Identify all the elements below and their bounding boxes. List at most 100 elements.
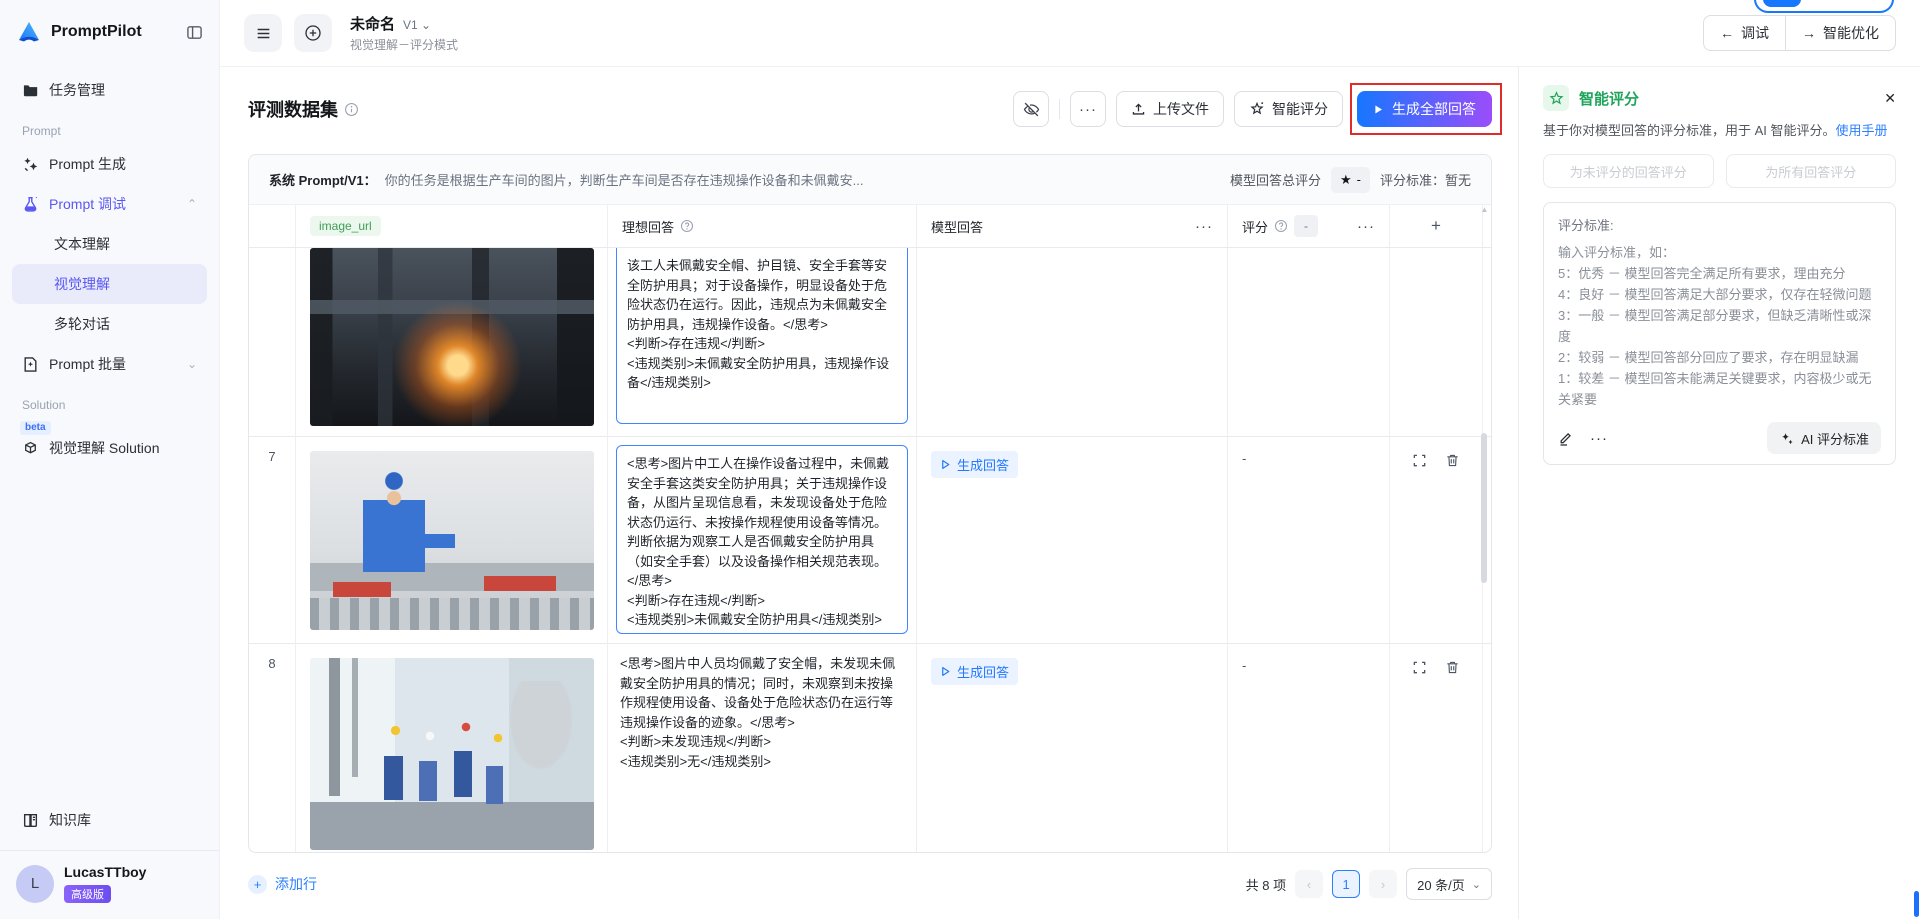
ideal-answer-text[interactable]: <思考>图片中人员均佩戴了安全帽，未发现未佩戴安全防护用具的情况；同时，未观察到… bbox=[608, 644, 916, 781]
column-header-score[interactable]: 评分 - ··· bbox=[1228, 205, 1390, 247]
chevron-up-icon[interactable]: ⌃ bbox=[187, 197, 197, 211]
ai-criteria-button[interactable]: AI 评分标准 bbox=[1767, 422, 1881, 454]
chevron-down-icon[interactable]: ⌄ bbox=[187, 357, 197, 371]
generate-answer-button[interactable]: 生成回答 bbox=[931, 658, 1018, 685]
next-page-button[interactable]: › bbox=[1369, 870, 1397, 898]
user-name: LucasTTboy bbox=[64, 864, 146, 880]
arrow-right-icon: → bbox=[1802, 25, 1816, 41]
delete-row-icon[interactable] bbox=[1445, 453, 1460, 644]
sysbar-right: 模型回答总评分 ★- 评分标准：暂无 bbox=[1230, 167, 1471, 193]
edit-pencil-icon[interactable] bbox=[1558, 430, 1574, 446]
column-header-ideal-answer[interactable]: 理想回答 bbox=[608, 205, 917, 247]
prev-page-button[interactable]: ‹ bbox=[1295, 870, 1323, 898]
avatar[interactable]: L bbox=[16, 865, 54, 903]
version-selector[interactable]: V1 ⌄ bbox=[403, 18, 431, 32]
upload-label: 上传文件 bbox=[1153, 99, 1209, 119]
score-cell[interactable]: - bbox=[1228, 437, 1390, 644]
expand-row-icon[interactable] bbox=[1412, 660, 1427, 853]
scoring-criteria-box[interactable]: 评分标准: 输入评分标准，如： 5：优秀 － 模型回答完全满足所有要求，理由充分… bbox=[1543, 202, 1896, 465]
smart-optimize-button[interactable]: →智能优化 bbox=[1785, 15, 1896, 51]
question-circle-icon[interactable] bbox=[1274, 219, 1288, 233]
clipped-toggle[interactable] bbox=[1754, 0, 1894, 13]
image-cell[interactable] bbox=[296, 437, 608, 644]
page-scrollbar-thumb[interactable] bbox=[1914, 891, 1919, 917]
sidebar-item-task-management[interactable]: 任务管理 bbox=[12, 70, 207, 110]
more-actions-button[interactable]: ··· bbox=[1070, 91, 1106, 127]
version-label: V1 bbox=[403, 18, 418, 32]
user-card[interactable]: L LucasTTboy 高级版 bbox=[12, 851, 207, 919]
sidebar-item-prompt-batch[interactable]: Prompt 批量 ⌄ bbox=[12, 344, 207, 384]
manual-link[interactable]: 使用手册 bbox=[1836, 123, 1888, 138]
sidebar-item-label: Prompt 调试 bbox=[49, 194, 126, 214]
current-page-button[interactable]: 1 bbox=[1332, 870, 1360, 898]
add-column-button[interactable]: + bbox=[1390, 205, 1483, 247]
score-all-button[interactable]: 为所有回答评分 bbox=[1726, 154, 1897, 188]
new-version-button[interactable] bbox=[294, 14, 332, 52]
top-bar: 未命名 V1 ⌄ 视觉理解－评分模式 ←调试 →智能优化 bbox=[220, 0, 1920, 67]
score-cell[interactable]: - bbox=[1228, 644, 1390, 853]
debug-button[interactable]: ←调试 bbox=[1703, 15, 1786, 51]
add-row-button[interactable]: + 添加行 bbox=[248, 874, 317, 894]
ideal-answer-cell[interactable]: <思考>图片中工人在操作设备过程中，未佩戴安全手套这类安全防护用具；关于违规操作… bbox=[608, 437, 917, 644]
question-circle-icon[interactable] bbox=[680, 219, 694, 233]
sidebar-subitem-text-understanding[interactable]: 文本理解 bbox=[12, 224, 207, 264]
scroll-up-arrow[interactable]: ▲ bbox=[1480, 205, 1489, 215]
score-filter-badge[interactable]: - bbox=[1294, 215, 1318, 237]
green-star-icon bbox=[1543, 85, 1569, 111]
score-cell[interactable] bbox=[1228, 248, 1390, 440]
scrollbar-thumb[interactable] bbox=[1481, 433, 1487, 583]
ideal-answer-cell[interactable]: 该工人未佩戴安全帽、护目镜、安全手套等安全防护用具；对于设备操作，明显设备处于危… bbox=[608, 248, 917, 440]
system-prompt-bar[interactable]: 系统 Prompt/V1： 你的任务是根据生产车间的图片，判断生产车间是否存在违… bbox=[249, 155, 1491, 205]
upload-file-button[interactable]: 上传文件 bbox=[1116, 91, 1224, 127]
ideal-answer-cell[interactable]: <思考>图片中人员均佩戴了安全帽，未发现未佩戴安全防护用具的情况；同时，未观察到… bbox=[608, 644, 917, 853]
smart-score-button[interactable]: 智能评分 bbox=[1234, 91, 1343, 127]
ai-sparkle-icon bbox=[1779, 431, 1794, 446]
column-header-image-url[interactable]: image_url bbox=[296, 205, 608, 247]
sidebar-item-knowledge-base[interactable]: 知识库 bbox=[12, 800, 207, 840]
image-cell[interactable] bbox=[296, 248, 608, 440]
delete-row-icon[interactable] bbox=[1445, 660, 1460, 853]
criteria-placeholder-text[interactable]: 输入评分标准，如： 5：优秀 － 模型回答完全满足所有要求，理由充分 4：良好 … bbox=[1558, 242, 1881, 410]
close-icon[interactable]: ✕ bbox=[1884, 90, 1896, 107]
ideal-answer-textarea[interactable]: 该工人未佩戴安全帽、护目镜、安全手套等安全防护用具；对于设备操作，明显设备处于危… bbox=[616, 248, 908, 424]
sidebar-subitem-vision-understanding[interactable]: 视觉理解 bbox=[12, 264, 207, 304]
column-more-icon[interactable]: ··· bbox=[1195, 218, 1213, 235]
factory-welding-photo[interactable] bbox=[310, 248, 594, 426]
sidebar-subitem-multiturn-dialog[interactable]: 多轮对话 bbox=[12, 304, 207, 344]
play-outline-icon bbox=[940, 459, 951, 470]
more-icon[interactable]: ··· bbox=[1590, 430, 1608, 447]
menu-button[interactable] bbox=[244, 14, 282, 52]
column-more-icon[interactable]: ··· bbox=[1357, 218, 1375, 235]
expand-row-icon[interactable] bbox=[1412, 453, 1427, 644]
factory-inspection-photo[interactable] bbox=[310, 658, 594, 850]
generate-all-answers-button[interactable]: 生成全部回答 bbox=[1357, 91, 1492, 127]
hide-columns-button[interactable] bbox=[1013, 91, 1049, 127]
content-row: 评测数据集 ··· 上传文件 bbox=[220, 67, 1920, 919]
sidebar-collapse-icon[interactable] bbox=[186, 24, 203, 41]
row-actions-cell bbox=[1390, 644, 1483, 853]
row-number-cell bbox=[249, 248, 296, 440]
worker-conveyor-photo[interactable] bbox=[310, 451, 594, 630]
column-header-model-answer[interactable]: 模型回答 ··· bbox=[917, 205, 1228, 247]
toggle-fill bbox=[1763, 0, 1801, 7]
page-size-value: 20 条/页 bbox=[1417, 875, 1465, 894]
pagination: 共 8 项 ‹ 1 › 20 条/页 ⌄ bbox=[1246, 868, 1492, 900]
generate-answer-button[interactable]: 生成回答 bbox=[931, 451, 1018, 478]
image-cell[interactable] bbox=[296, 644, 608, 853]
smart-score-panel: 智能评分 ✕ 基于你对模型回答的评分标准，用于 AI 智能评分。使用手册 为未评… bbox=[1518, 67, 1920, 919]
criteria-label: 评分标准: bbox=[1558, 215, 1881, 234]
info-icon[interactable] bbox=[344, 102, 359, 117]
criteria-status-label: 评分标准： bbox=[1380, 173, 1445, 188]
table-scrollbar[interactable]: ▲ bbox=[1480, 205, 1489, 848]
model-answer-cell[interactable] bbox=[917, 248, 1228, 440]
total-score-selector[interactable]: ★- bbox=[1331, 167, 1370, 193]
model-answer-cell[interactable]: 生成回答 bbox=[917, 437, 1228, 644]
score-unscored-button[interactable]: 为未评分的回答评分 bbox=[1543, 154, 1714, 188]
sparkles-icon bbox=[22, 156, 39, 173]
model-answer-cell[interactable]: 生成回答 bbox=[917, 644, 1228, 853]
ideal-answer-textarea[interactable]: <思考>图片中工人在操作设备过程中，未佩戴安全手套这类安全防护用具；关于违规操作… bbox=[616, 445, 908, 634]
sidebar-item-prompt-generate[interactable]: Prompt 生成 bbox=[12, 144, 207, 184]
sidebar-item-vision-solution[interactable]: beta 视觉理解 Solution bbox=[12, 428, 207, 468]
page-size-select[interactable]: 20 条/页 ⌄ bbox=[1406, 868, 1492, 900]
sidebar-item-prompt-debug[interactable]: Prompt 调试 ⌃ bbox=[12, 184, 207, 224]
